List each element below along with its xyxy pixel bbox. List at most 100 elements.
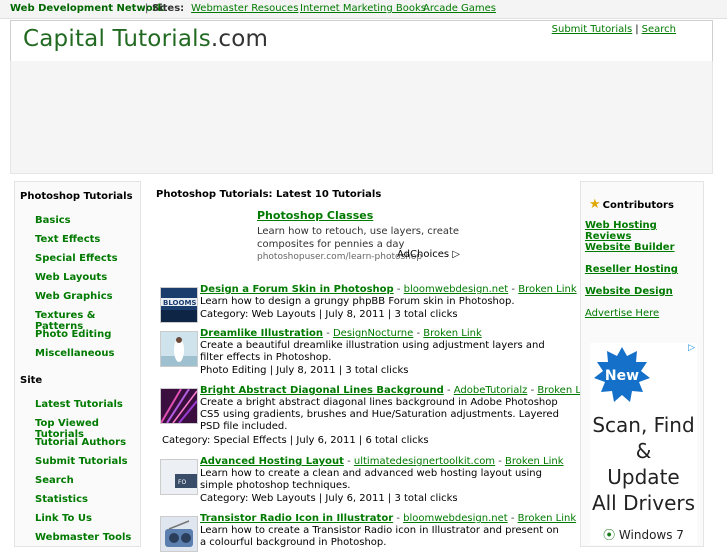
- separator: |: [145, 3, 149, 14]
- sidebar-item-web-graphics[interactable]: Web Graphics: [35, 291, 113, 302]
- sidebar-item-search[interactable]: Search: [35, 475, 74, 486]
- sidebar-item-webmaster-tools[interactable]: Webmaster Tools: [35, 532, 131, 543]
- banner-ad-area: [10, 61, 713, 174]
- site-logo[interactable]: Capital Tutorials.com: [23, 26, 268, 52]
- tutorial-title-link[interactable]: Dreamlike Illustration: [200, 328, 323, 339]
- tutorial-thumbnail[interactable]: BLOOMS: [160, 287, 198, 323]
- tutorial-item: FO Advanced Hosting Layout - ultimatedes…: [158, 456, 568, 508]
- thumbnail-image-icon: [161, 517, 197, 551]
- thumbnail-image-icon: [160, 388, 198, 424]
- sidebar-item-statistics[interactable]: Statistics: [35, 494, 88, 505]
- site-header: Capital Tutorials.com Submit Tutorials | S…: [10, 20, 713, 62]
- tutorial-title-link[interactable]: Advanced Hosting Layout: [200, 456, 344, 467]
- tutorial-meta: Category: Web Layouts | July 8, 2011 | 3…: [200, 309, 458, 320]
- sidebar-item-web-layouts[interactable]: Web Layouts: [35, 272, 107, 283]
- tutorial-meta: Photo Editing | July 8, 2011 | 3 total c…: [200, 365, 409, 376]
- tutorial-site-link[interactable]: DesignNocturne: [333, 328, 413, 339]
- tutorial-thumbnail[interactable]: [160, 516, 198, 552]
- network-bar: Web Development Network | Sites: Webmast…: [0, 0, 727, 19]
- logo-domain: .com: [210, 26, 269, 52]
- tutorial-item: Dreamlike Illustration - DesignNocturne …: [158, 328, 568, 380]
- sidebar-item-link-to-us[interactable]: Link To Us: [35, 513, 92, 524]
- tutorial-item: Bright Abstract Diagonal Lines Backgroun…: [158, 385, 596, 451]
- ad-line: Update: [607, 465, 680, 489]
- topbar-link-internet-marketing-books[interactable]: Internet Marketing Books: [300, 3, 426, 14]
- sidebar-item-miscellaneous[interactable]: Miscellaneous: [35, 348, 115, 359]
- tutorial-thumbnail[interactable]: [160, 388, 198, 424]
- sidebar-item-special-effects[interactable]: Special Effects: [35, 253, 118, 264]
- sidebar-item-submit-tutorials[interactable]: Submit Tutorials: [35, 456, 128, 467]
- broken-link-link[interactable]: Broken Link: [518, 513, 576, 524]
- tutorial-title-link[interactable]: Bright Abstract Diagonal Lines Backgroun…: [200, 385, 444, 396]
- tutorial-title-line: Dreamlike Illustration - DesignNocturne …: [200, 328, 482, 339]
- ad-line: Scan, Find: [592, 413, 695, 437]
- adchoices-icon[interactable]: ▷: [688, 343, 695, 353]
- page-title: Photoshop Tutorials: Latest 10 Tutorials: [156, 189, 382, 200]
- topbar-link-arcade-games[interactable]: Arcade Games: [423, 3, 496, 14]
- contributors-label: Contributors: [602, 200, 674, 211]
- tutorial-title-link[interactable]: Transistor Radio Icon in Illustrator: [200, 513, 393, 524]
- network-name: Web Development Network: [10, 3, 165, 14]
- ad-footer: ⦿ Windows 7: [590, 526, 697, 543]
- header-links: Submit Tutorials | Search: [552, 24, 676, 35]
- sidebar-item-latest-tutorials[interactable]: Latest Tutorials: [35, 399, 123, 410]
- search-link[interactable]: Search: [642, 24, 676, 35]
- topbar-link-webmaster-resources[interactable]: Webmaster Resouces: [191, 3, 298, 14]
- photoshop-tutorials-heading: Photoshop Tutorials: [20, 191, 133, 202]
- tutorial-thumbnail[interactable]: FO: [160, 459, 198, 495]
- sidebar-item-photo-editing[interactable]: Photo Editing: [35, 329, 111, 340]
- ad-body: Learn how to retouch, use layers, create…: [257, 226, 460, 250]
- tutorial-title-line: Advanced Hosting Layout - ultimatedesign…: [200, 456, 564, 467]
- tutorial-meta: Category: Special Effects | July 6, 2011…: [162, 435, 429, 446]
- tutorial-title-link[interactable]: Design a Forum Skin in Photoshop: [200, 284, 394, 295]
- separator: |: [635, 24, 639, 35]
- driver-ad[interactable]: ▷ New Scan, Find & Update All Drivers ⦿ …: [590, 343, 697, 545]
- tutorial-meta: Category: Web Layouts | July 6, 2011 | 3…: [200, 493, 458, 504]
- contributor-link-web-hosting-reviews[interactable]: Web Hosting Reviews: [585, 220, 703, 242]
- tutorial-title-line: Transistor Radio Icon in Illustrator - b…: [200, 513, 577, 524]
- ad-line: &: [635, 439, 652, 463]
- adchoices-icon: ▷: [452, 249, 460, 260]
- tutorial-title-line: Bright Abstract Diagonal Lines Backgroun…: [200, 385, 596, 396]
- new-badge-icon: New: [594, 347, 650, 402]
- adchoices-label[interactable]: AdChoices ▷: [397, 249, 460, 260]
- broken-link-link[interactable]: Broken Link: [518, 284, 576, 295]
- svg-text:FO: FO: [178, 479, 186, 486]
- tutorial-description: Create a bright abstract diagonal lines …: [200, 397, 559, 432]
- tutorial-description: Learn how to create a clean and advanced…: [200, 468, 542, 491]
- badge-text: New: [605, 368, 639, 384]
- advertise-here-link[interactable]: Advertise Here: [585, 308, 659, 319]
- logo-main: Capital Tutorials: [23, 26, 211, 52]
- left-sidebar: Photoshop Tutorials Basics Text Effects …: [14, 181, 141, 547]
- contributors-heading: ★ Contributors: [589, 197, 674, 212]
- broken-link-link[interactable]: Broken Link: [423, 328, 481, 339]
- tutorial-site-link[interactable]: bloomwebdesign.net: [403, 513, 508, 524]
- sidebar-item-basics[interactable]: Basics: [35, 215, 71, 226]
- tutorial-site-link[interactable]: AdobeTutorialz: [454, 385, 528, 396]
- tutorial-thumbnail[interactable]: [160, 331, 198, 367]
- contributor-link-reseller-hosting[interactable]: Reseller Hosting: [585, 264, 678, 275]
- thumbnail-image-icon: FO: [161, 460, 197, 494]
- svg-text:BLOOMS: BLOOMS: [163, 299, 196, 307]
- broken-link-link[interactable]: Broken Link: [505, 456, 563, 467]
- sidebar-item-tutorial-authors[interactable]: Tutorial Authors: [35, 437, 126, 448]
- main-content: Photoshop Tutorials: Latest 10 Tutorials…: [150, 181, 596, 552]
- contributor-link-website-design[interactable]: Website Design: [585, 286, 673, 297]
- tutorial-site-link[interactable]: bloomwebdesign.net: [404, 284, 509, 295]
- tutorial-description: Learn how to design a grungy phpBB Forum…: [200, 296, 515, 307]
- site-heading: Site: [20, 375, 43, 386]
- tutorial-title-line: Design a Forum Skin in Photoshop - bloom…: [200, 284, 577, 295]
- sites-label: Sites:: [152, 3, 185, 14]
- ad-line: All Drivers: [591, 491, 696, 515]
- tutorial-item: BLOOMS Design a Forum Skin in Photoshop …: [158, 284, 577, 324]
- sidebar-item-text-effects[interactable]: Text Effects: [35, 234, 100, 245]
- contributor-link-website-builder[interactable]: Website Builder: [585, 242, 675, 253]
- ad-title[interactable]: Photoshop Classes: [257, 209, 373, 222]
- tutorial-site-link[interactable]: ultimatedesignertoolkit.com: [354, 456, 495, 467]
- submit-tutorials-link[interactable]: Submit Tutorials: [552, 24, 633, 35]
- star-icon: ★: [589, 197, 601, 212]
- tutorial-description: Learn how to create a Transistor Radio i…: [200, 525, 559, 548]
- adchoices-text: AdChoices: [397, 249, 450, 260]
- thumbnail-image-icon: BLOOMS: [161, 288, 197, 322]
- windows-icon: ⦿: [603, 528, 616, 542]
